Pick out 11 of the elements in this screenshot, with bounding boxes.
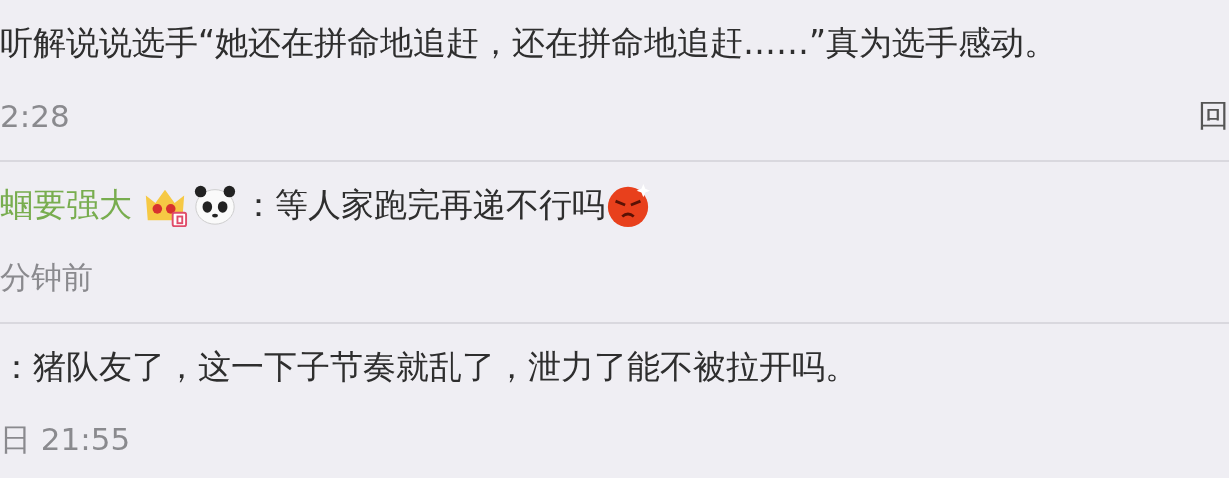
comment-text: 等人家跑完再递不行吗 [275,183,605,226]
comment-text: 猪队友了，这一下子节奏就乱了，泄力了能不被拉开吗。 [33,345,858,388]
username: 蝈要强大 [0,183,132,226]
comment-text: 听解说说选手“她还在拼命地追赶，还在拼命地追赶……”真为选手感动。 [0,21,1058,64]
timestamp: 日 21:55 [0,420,131,459]
reply-button[interactable]: 回 [1198,95,1229,137]
timestamp: 分钟前 [0,258,93,297]
colon: ： [242,183,275,226]
angry-face-icon [605,182,651,228]
colon: ： [0,345,33,388]
timestamp: 2:28 [0,98,70,134]
